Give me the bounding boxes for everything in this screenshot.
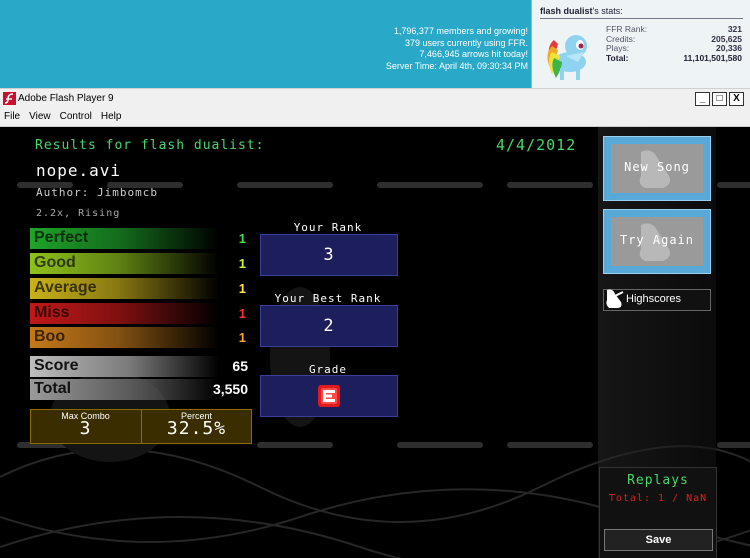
flash-player-icon — [3, 92, 16, 105]
score-value: 65 — [232, 358, 248, 374]
judgement-row-average: Average 1 — [30, 278, 252, 299]
total-value: 3,550 — [212, 381, 248, 397]
max-combo: Max Combo 3 — [31, 410, 140, 443]
menu-help[interactable]: Help — [97, 108, 127, 126]
stats-username[interactable]: flash dualist — [540, 6, 593, 16]
song-author: Author: Jimbomcb — [36, 186, 158, 199]
percent-value: 32.5% — [166, 418, 227, 439]
judgement-row-perfect: Perfect 1 — [30, 228, 252, 249]
server-time: Server Time: April 4th, 09:30:34 PM — [385, 60, 528, 71]
judgement-label: Good — [34, 254, 76, 271]
total-label: Total — [34, 380, 72, 397]
your-rank-box: 3 — [260, 234, 398, 276]
community-stats: 1,796,377 members and growing! 379 users… — [386, 26, 528, 72]
game-canvas: Results for flash dualist: 4/4/2012 nope… — [0, 127, 750, 558]
judgement-label: Average — [34, 279, 97, 296]
your-rank-label: Your Rank — [293, 221, 363, 234]
stats-title-suffix: 's stats: — [592, 6, 623, 16]
best-rank-box: 2 — [260, 305, 398, 347]
grade-box: E — [260, 375, 398, 417]
judgement-row-miss: Miss 1 — [30, 303, 252, 324]
stat-label: Total: — [606, 52, 629, 63]
results-date: 4/4/2012 — [496, 136, 577, 154]
arrows-today: 7,466,945 arrows hit today! — [419, 49, 528, 59]
users-online: 379 users currently using FFR. — [404, 37, 528, 48]
window-controls: _ □ X — [695, 92, 744, 106]
best-rank-label: Your Best Rank — [274, 292, 382, 305]
site-banner: 1,796,377 members and growing! 379 users… — [0, 0, 750, 88]
song-difficulty: 2.2x, Rising — [36, 208, 121, 219]
total-row: Total 3,550 — [30, 379, 252, 400]
judgement-value: 1 — [238, 330, 246, 345]
maximize-button[interactable]: □ — [712, 92, 727, 106]
best-rank-value: 2 — [323, 316, 335, 336]
menu-view[interactable]: View — [25, 108, 56, 126]
your-rank-value: 3 — [323, 245, 335, 265]
judgement-label: Miss — [34, 304, 70, 321]
score-row: Score 65 — [30, 356, 252, 377]
highscores-button[interactable]: Highscores — [603, 289, 711, 311]
results-header: Results for flash dualist: — [35, 138, 265, 153]
judgement-label: Perfect — [34, 229, 89, 246]
judgement-value: 1 — [238, 306, 246, 321]
highscores-icon — [606, 289, 624, 308]
score-label: Score — [34, 357, 79, 374]
window-titlebar: Adobe Flash Player 9 _ □ X — [0, 88, 750, 109]
menu-bar: File View Control Help — [0, 108, 750, 127]
new-song-button[interactable]: New Song — [603, 136, 711, 201]
minimize-button[interactable]: _ — [695, 92, 710, 106]
replays-title: Replays — [627, 473, 689, 488]
combo-percent-box: Max Combo 3 Percent 32.5% — [30, 409, 252, 444]
user-stats-panel: flash dualist's stats: FFR Rank: 321 Cred… — [531, 0, 750, 88]
max-combo-value: 3 — [79, 418, 92, 439]
new-song-label: New Song — [624, 160, 690, 174]
judgement-row-boo: Boo 1 — [30, 327, 252, 348]
stats-divider — [540, 18, 743, 19]
try-again-button[interactable]: Try Again — [603, 209, 711, 274]
judgement-value: 1 — [238, 231, 246, 246]
judgement-row-good: Good 1 — [30, 253, 252, 274]
try-again-label: Try Again — [619, 233, 695, 247]
replays-total: Total: 1 / NaN — [608, 493, 708, 504]
judgement-value: 1 — [238, 256, 246, 271]
window-title: Adobe Flash Player 9 — [18, 93, 114, 104]
judgement-value: 1 — [238, 281, 246, 296]
stat-value: 11,101,501,580 — [683, 52, 742, 63]
save-replay-button[interactable]: Save — [604, 529, 713, 551]
song-title: nope.avi — [36, 161, 122, 180]
stats-row-total: Total: 11,101,501,580 — [606, 52, 742, 64]
pony-avatar-icon — [547, 35, 587, 80]
judgement-label: Boo — [34, 328, 66, 345]
menu-file[interactable]: File — [0, 108, 25, 126]
replays-panel: Replays Total: 1 / NaN Save — [599, 467, 717, 558]
members-count: 1,796,377 members and growing! — [393, 26, 528, 36]
close-button[interactable]: X — [729, 92, 744, 106]
user-stats-title: flash dualist's stats: — [540, 6, 623, 16]
percent: Percent 32.5% — [141, 410, 251, 443]
user-stats-table: FFR Rank: 321 Credits: 205,625 Plays: 20,33… — [606, 24, 742, 64]
menu-control[interactable]: Control — [56, 108, 97, 126]
grade-emblem — [318, 385, 340, 407]
highscores-label: Highscores — [626, 293, 682, 305]
